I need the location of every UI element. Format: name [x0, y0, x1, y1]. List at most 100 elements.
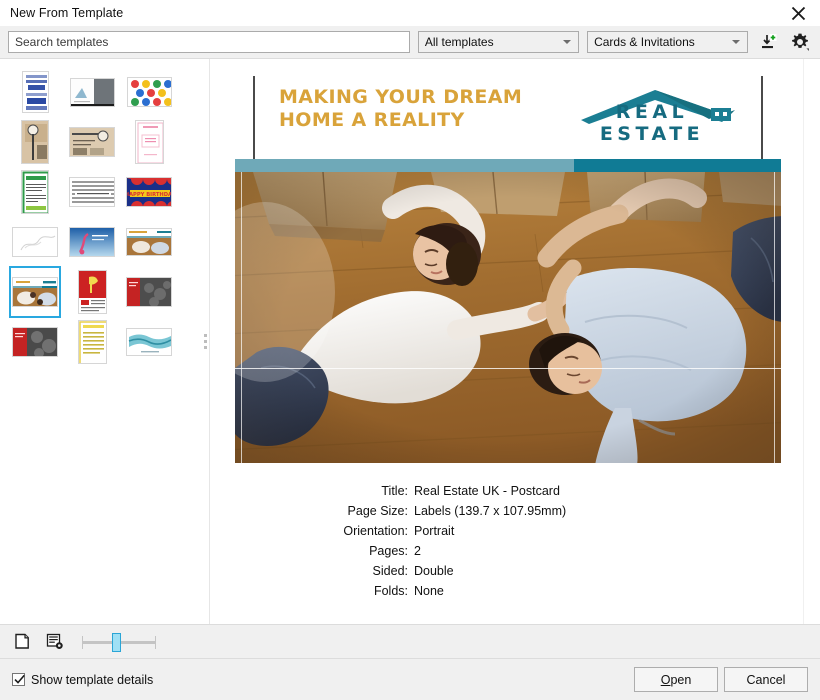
preview-options-toolbar [0, 624, 820, 658]
template-thumbnail-teal-landscape-card[interactable] [124, 317, 174, 367]
detail-row: Orientation: Portrait [228, 524, 798, 538]
artwork-photo [235, 172, 781, 463]
detail-value: Labels (139.7 x 107.95mm) [414, 504, 567, 518]
gear-icon [792, 33, 810, 51]
detail-row: Page Size: Labels (139.7 x 107.95mm) [228, 504, 798, 518]
open-button-label: Open [660, 672, 692, 687]
template-thumbnail-red-dark-photo-card-2[interactable] [10, 317, 60, 367]
preview-vertical-scrollbar[interactable] [803, 59, 820, 624]
margin-guide-vertical-left [241, 172, 242, 463]
template-thumbnail-yellow-list-card[interactable] [67, 317, 117, 367]
template-thumbnail-panel[interactable]: HAPPY BIRTHDAY [0, 59, 200, 624]
detail-value: Real Estate UK - Postcard [414, 484, 560, 498]
detail-value: Portrait [414, 524, 455, 538]
template-preview-panel: MAKING YOUR DREAM HOME A REALITY REAL ES… [210, 59, 820, 624]
thumbnail-art [13, 278, 57, 306]
search-input[interactable] [8, 31, 410, 53]
template-thumbnail-kraft-banner-card[interactable] [67, 117, 117, 167]
detail-row: Folds: None [228, 584, 798, 598]
page-settings-button[interactable] [42, 630, 66, 654]
close-button[interactable] [776, 0, 820, 26]
template-type-dropdown[interactable]: All templates [417, 31, 580, 53]
settings-button[interactable] [788, 30, 812, 54]
checkbox-box [12, 673, 25, 686]
dialog-footer: Show template details Open Cancel [0, 658, 820, 700]
detail-label: Title: [381, 484, 408, 498]
template-thumbnail-kraft-tag-card[interactable] [10, 117, 60, 167]
category-value: Cards & Invitations [594, 35, 695, 49]
template-thumbnail-pink-invite-card[interactable] [124, 117, 174, 167]
chevron-down-icon [563, 40, 572, 44]
open-button[interactable]: Open [634, 667, 718, 692]
detail-label: Pages: [369, 544, 408, 558]
template-thumbnail-real-estate-uk-postcard[interactable] [9, 266, 61, 318]
template-thumbnail-grey-photo-card[interactable] [67, 67, 117, 117]
template-thumbnail-green-certificate-card[interactable] [10, 167, 60, 217]
template-thumbnail-red-yellow-flyer-card[interactable] [67, 267, 117, 317]
show-template-details-checkbox[interactable]: Show template details [12, 673, 153, 687]
thumbnail-art [135, 121, 163, 163]
detail-value: Double [414, 564, 454, 578]
thumbnail-art [78, 271, 106, 313]
template-thumbnail-red-dark-photo-card[interactable] [124, 267, 174, 317]
detail-row: Pages: 2 [228, 544, 798, 558]
detail-label: Sided: [372, 564, 408, 578]
template-thumbnail-happy-birthday-card[interactable]: HAPPY BIRTHDAY [124, 167, 174, 217]
thumbnail-zoom-slider[interactable] [82, 631, 156, 653]
thumbnail-art [13, 328, 57, 356]
svg-text:HAPPY BIRTHDAY: HAPPY BIRTHDAY [127, 192, 172, 198]
margin-guide-vertical-right [774, 172, 775, 463]
template-details-list: Title: Real Estate UK - Postcard Page Si… [210, 484, 798, 598]
cancel-button-label: Cancel [746, 672, 786, 687]
slider-handle[interactable] [112, 632, 121, 652]
thumbnail-art [127, 278, 171, 306]
artwork-left-rule [253, 76, 255, 162]
thumbnail-art [127, 329, 171, 355]
thumbnail-art [70, 228, 114, 256]
detail-label: Orientation: [343, 524, 408, 538]
template-thumbnail-blue-sky-card[interactable] [67, 217, 117, 267]
new-page-button[interactable] [10, 630, 34, 654]
search-toolbar: All templates Cards & Invitations [0, 26, 820, 58]
thumbnail-art [13, 228, 57, 256]
chevron-down-icon [732, 40, 741, 44]
new-page-icon [14, 633, 29, 649]
detail-label: Page Size: [347, 504, 408, 518]
thumbnail-art: HAPPY BIRTHDAY [127, 178, 172, 206]
dialog-body: HAPPY BIRTHDAY [0, 58, 820, 624]
thumbnail-art [22, 72, 48, 112]
page-settings-icon [46, 633, 63, 649]
artwork-logo: REAL ESTATE [559, 86, 745, 146]
panel-splitter[interactable] [200, 59, 210, 624]
import-template-icon [762, 34, 777, 49]
thumbnail-art [78, 321, 106, 363]
preview-stage: MAKING YOUR DREAM HOME A REALITY REAL ES… [210, 59, 798, 464]
template-thumbnail-grey-text-card[interactable] [67, 167, 117, 217]
template-type-value: All templates [424, 35, 494, 49]
margin-guide-horizontal [235, 368, 781, 369]
import-template-button[interactable] [756, 30, 780, 54]
artwork-right-rule [761, 76, 763, 162]
photo-couple-on-floor [235, 172, 781, 463]
window-title: New From Template [10, 6, 124, 20]
splitter-grip-icon [203, 334, 207, 349]
thumbnail-art [70, 128, 114, 156]
checkbox-label: Show template details [31, 672, 154, 687]
detail-value: 2 [414, 544, 421, 558]
template-thumbnail-colorful-pattern-card[interactable] [124, 67, 174, 117]
artwork-tagline: MAKING YOUR DREAM HOME A REALITY [279, 86, 523, 132]
checkmark-icon [14, 674, 25, 684]
titlebar: New From Template [0, 0, 820, 26]
thumbnail-art [127, 78, 171, 106]
thumbnail-art [127, 229, 171, 255]
artwork-logo-text: REAL ESTATE [599, 101, 705, 145]
template-thumbnail-blue-pattern-card[interactable] [10, 67, 60, 117]
thumbnail-art [22, 121, 48, 163]
template-thumbnail-real-estate-wide-card[interactable] [124, 217, 174, 267]
detail-row: Sided: Double [228, 564, 798, 578]
artwork-bar-dark [573, 159, 781, 172]
cancel-button[interactable]: Cancel [724, 667, 808, 692]
template-thumbnail-white-sketch-card[interactable] [10, 217, 60, 267]
category-dropdown[interactable]: Cards & Invitations [587, 31, 749, 53]
template-artwork-preview: MAKING YOUR DREAM HOME A REALITY REAL ES… [234, 71, 782, 464]
